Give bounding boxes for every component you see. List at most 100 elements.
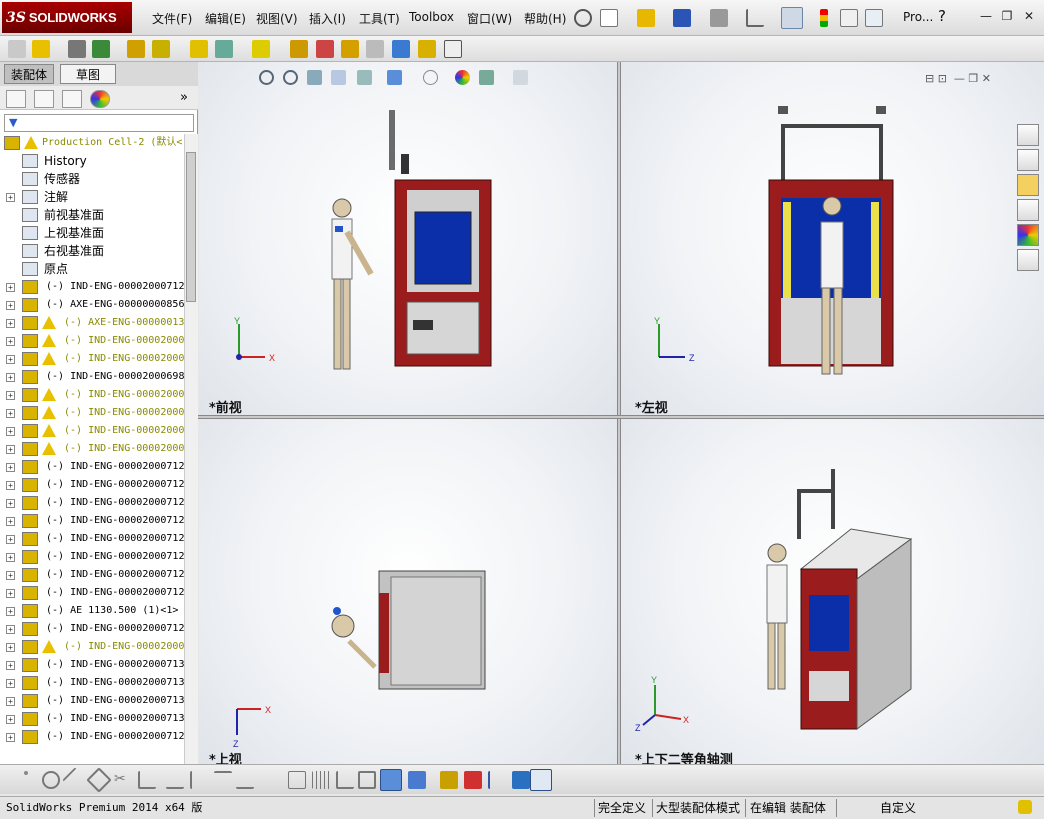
design-library-icon[interactable] bbox=[1017, 149, 1039, 171]
fillet-icon[interactable] bbox=[214, 771, 232, 789]
grid-icon[interactable] bbox=[288, 771, 306, 789]
expand-toggle-icon[interactable]: + bbox=[6, 535, 15, 544]
tree-item[interactable]: + (-) IND-ENG-00002000713 bbox=[0, 674, 184, 692]
minimize-button[interactable]: — bbox=[977, 8, 995, 24]
tree-item[interactable]: + (-) IND-ENG-00002000712 bbox=[0, 278, 184, 296]
assembly-features-icon[interactable] bbox=[215, 40, 233, 58]
tree-item[interactable]: 传感器 bbox=[0, 170, 184, 188]
tree-item[interactable]: + (-) IND-ENG-00002000712 bbox=[0, 620, 184, 638]
expand-toggle-icon[interactable]: + bbox=[6, 625, 15, 634]
tree-item[interactable]: + (-) IND-ENG-00002000712 bbox=[0, 584, 184, 602]
expand-toggle-icon[interactable]: + bbox=[6, 373, 15, 382]
exploded-view-icon[interactable] bbox=[341, 40, 359, 58]
expand-toggle-icon[interactable]: + bbox=[6, 733, 15, 742]
assembly-icon[interactable] bbox=[8, 40, 26, 58]
line-icon[interactable] bbox=[62, 767, 88, 793]
expand-toggle-icon[interactable]: + bbox=[6, 319, 15, 328]
tree-item[interactable]: 上视基准面 bbox=[0, 224, 184, 242]
viewport-isometric[interactable]: Y Z X *上下二等角轴测 bbox=[621, 419, 1044, 764]
show-hidden-icon[interactable] bbox=[190, 40, 208, 58]
tree-item[interactable]: + (-) IND-ENG-00002000713 bbox=[0, 656, 184, 674]
search-commands[interactable]: Pro... bbox=[903, 10, 933, 24]
measure-icon[interactable] bbox=[512, 771, 530, 789]
expand-toggle-icon[interactable]: + bbox=[6, 337, 15, 346]
tree-item[interactable]: + (-) IND-ENG-000020007 bbox=[0, 386, 184, 404]
tab-sketch[interactable]: 草图 bbox=[60, 64, 116, 84]
tree-item[interactable]: + (-) IND-ENG-000020007 bbox=[0, 404, 184, 422]
expand-toggle-icon[interactable]: + bbox=[6, 355, 15, 364]
mate-icon[interactable] bbox=[68, 40, 86, 58]
restore-button[interactable]: ❐ bbox=[998, 8, 1016, 24]
3d-box-icon[interactable] bbox=[358, 771, 376, 789]
tree-root-assembly[interactable]: Production Cell-2 (默认< bbox=[0, 134, 184, 152]
file-explorer-icon[interactable] bbox=[1017, 174, 1039, 196]
tree-scroll-thumb[interactable] bbox=[186, 152, 196, 302]
tree-item[interactable]: 前视基准面 bbox=[0, 206, 184, 224]
options-icon[interactable] bbox=[865, 9, 883, 27]
close-button[interactable]: ✕ bbox=[1020, 8, 1038, 24]
expand-toggle-icon[interactable]: + bbox=[6, 661, 15, 670]
move-component-icon[interactable] bbox=[152, 40, 170, 58]
linear-pattern-icon[interactable] bbox=[92, 40, 110, 58]
tree-item[interactable]: 右视基准面 bbox=[0, 242, 184, 260]
expand-toggle-icon[interactable]: + bbox=[6, 499, 15, 508]
snap-grid-icon[interactable] bbox=[312, 771, 330, 789]
expand-toggle-icon[interactable]: + bbox=[6, 301, 15, 310]
tree-item[interactable]: + (-) AE 1130.500 (1)<1> bbox=[0, 602, 184, 620]
help-icon[interactable]: ? bbox=[938, 7, 946, 25]
display-manager-icon[interactable] bbox=[90, 90, 110, 108]
explode-line-icon[interactable] bbox=[366, 40, 384, 58]
solidworks-resources-icon[interactable] bbox=[1017, 124, 1039, 146]
instant3d-icon[interactable] bbox=[392, 40, 410, 58]
expand-toggle-icon[interactable]: + bbox=[6, 643, 15, 652]
insert-component-icon[interactable] bbox=[32, 40, 50, 58]
expand-toggle-icon[interactable]: + bbox=[6, 193, 15, 202]
solidworks-logo[interactable]: 3S SOLIDWORKS bbox=[2, 2, 132, 33]
triad-icon[interactable] bbox=[488, 771, 506, 789]
tree-item[interactable]: + (-) IND-ENG-000020000 bbox=[0, 332, 184, 350]
menu-tools[interactable]: 工具(T) bbox=[359, 10, 400, 27]
tree-item[interactable]: History bbox=[0, 152, 184, 170]
shaded-view-icon[interactable] bbox=[380, 769, 402, 791]
tag-icon[interactable] bbox=[1018, 800, 1032, 814]
circle-icon[interactable] bbox=[42, 771, 60, 789]
expand-panel-icon[interactable]: » bbox=[180, 90, 188, 105]
expand-toggle-icon[interactable]: + bbox=[6, 409, 15, 418]
expand-toggle-icon[interactable]: + bbox=[6, 463, 15, 472]
expand-toggle-icon[interactable]: + bbox=[6, 589, 15, 598]
four-view-layout-icon[interactable] bbox=[530, 769, 552, 791]
interference-icon[interactable] bbox=[464, 771, 482, 789]
viewport-splitter-horizontal[interactable] bbox=[198, 415, 1044, 419]
tree-item[interactable]: + (-) IND-ENG-000020007 bbox=[0, 440, 184, 458]
appearances-icon[interactable] bbox=[1017, 224, 1039, 246]
smart-fasteners-icon[interactable] bbox=[127, 40, 145, 58]
expand-toggle-icon[interactable]: + bbox=[6, 481, 15, 490]
tree-item[interactable]: + 注解 bbox=[0, 188, 184, 206]
tab-assembly[interactable]: 装配体 bbox=[4, 64, 55, 84]
convert-entities-icon[interactable] bbox=[138, 771, 156, 789]
menu-insert[interactable]: 插入(I) bbox=[309, 10, 346, 27]
material-icon[interactable] bbox=[440, 771, 458, 789]
tree-filter-input[interactable]: ▼ bbox=[4, 114, 194, 132]
status-units[interactable]: 自定义 bbox=[880, 799, 916, 817]
snapshot-icon[interactable] bbox=[444, 40, 462, 58]
mirror-icon[interactable] bbox=[190, 771, 208, 789]
reference-geometry-icon[interactable] bbox=[252, 40, 270, 58]
tree-item[interactable]: + (-) IND-ENG-00002000712 bbox=[0, 458, 184, 476]
trim-icon[interactable]: ✂ bbox=[114, 771, 132, 789]
viewport-splitter-vertical[interactable] bbox=[617, 62, 621, 764]
new-document-icon[interactable] bbox=[600, 9, 618, 27]
new-motion-study-icon[interactable] bbox=[290, 40, 308, 58]
print-icon[interactable] bbox=[710, 9, 728, 27]
tree-item[interactable]: + (-) IND-ENG-00002000712 bbox=[0, 548, 184, 566]
tree-item[interactable]: + (-) IND-ENG-000020000 bbox=[0, 350, 184, 368]
viewport-front[interactable]: Y X *前视 bbox=[199, 62, 617, 415]
tree-item[interactable]: + (-) IND-ENG-000020007 bbox=[0, 422, 184, 440]
expand-toggle-icon[interactable]: + bbox=[6, 697, 15, 706]
menu-window[interactable]: 窗口(W) bbox=[467, 10, 512, 27]
menu-edit[interactable]: 编辑(E) bbox=[205, 10, 246, 27]
bill-of-materials-icon[interactable] bbox=[316, 40, 334, 58]
property-manager-icon[interactable] bbox=[34, 90, 54, 108]
menu-view[interactable]: 视图(V) bbox=[256, 10, 298, 27]
expand-toggle-icon[interactable]: + bbox=[6, 715, 15, 724]
